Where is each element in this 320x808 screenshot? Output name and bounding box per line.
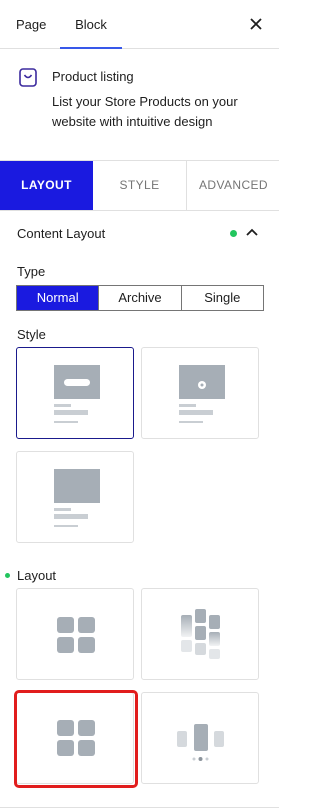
style-plain-preview — [54, 469, 100, 527]
shopping-bag-icon — [19, 68, 37, 87]
type-toggle-group: Normal Archive Single — [16, 285, 264, 311]
block-title: Product listing — [52, 69, 134, 84]
layout-grid-2x2-preview — [57, 617, 95, 653]
tab-block[interactable]: Block — [60, 0, 122, 49]
tab-advanced[interactable]: ADVANCED — [186, 161, 280, 210]
tab-page-label: Page — [16, 17, 47, 32]
section-title[interactable]: Content Layout — [17, 226, 105, 241]
sidebar-tabs: Page Block — [0, 0, 279, 49]
layout-option-carousel[interactable] — [141, 692, 259, 784]
style-label: Style — [17, 327, 46, 342]
style-icon-overlay-preview — [179, 365, 225, 423]
layout-option-columns-fade[interactable] — [141, 588, 259, 680]
type-option-normal[interactable]: Normal — [17, 286, 99, 310]
type-option-single[interactable]: Single — [180, 286, 263, 310]
tab-block-label: Block — [75, 17, 107, 32]
selection-highlight — [14, 690, 138, 788]
settings-tabs: LAYOUT STYLE ADVANCED — [0, 160, 279, 211]
tab-layout[interactable]: LAYOUT — [0, 161, 93, 210]
tab-style[interactable]: STYLE — [93, 161, 186, 210]
close-icon[interactable] — [247, 15, 265, 33]
block-description: List your Store Products on your website… — [52, 94, 238, 129]
type-option-archive[interactable]: Archive — [98, 286, 180, 310]
chevron-up-icon[interactable] — [245, 227, 259, 237]
layout-label: Layout — [17, 568, 57, 583]
layout-modified-indicator — [5, 573, 10, 578]
modified-indicator — [230, 230, 237, 237]
tab-page[interactable]: Page — [16, 0, 46, 48]
layout-option-grid-2x2[interactable] — [16, 588, 134, 680]
style-option-plain[interactable] — [16, 451, 134, 543]
layout-carousel-preview — [177, 724, 224, 761]
style-button-overlay-preview — [54, 365, 100, 423]
layout-columns-fade-preview — [181, 609, 220, 659]
style-option-icon-overlay[interactable] — [141, 347, 259, 439]
type-label: Type — [17, 264, 46, 279]
style-option-button-overlay[interactable] — [16, 347, 134, 439]
